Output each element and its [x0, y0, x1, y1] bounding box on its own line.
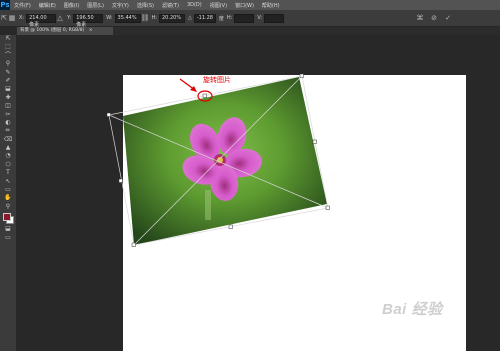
transform-handle[interactable]: [106, 112, 111, 117]
transform-handle[interactable]: [202, 93, 207, 98]
transform-handle[interactable]: [312, 139, 317, 144]
transform-handle[interactable]: [118, 178, 123, 183]
transform-handle[interactable]: [228, 224, 233, 229]
watermark: Bai 经验: [382, 301, 443, 318]
annotation-arrow: [179, 78, 197, 92]
transform-handle[interactable]: [299, 73, 304, 78]
foreground-color-swatch[interactable]: [3, 213, 11, 222]
transform-handle[interactable]: [131, 242, 136, 247]
transform-handle[interactable]: [325, 205, 330, 210]
annotation-label: 旋转图片: [203, 76, 231, 84]
